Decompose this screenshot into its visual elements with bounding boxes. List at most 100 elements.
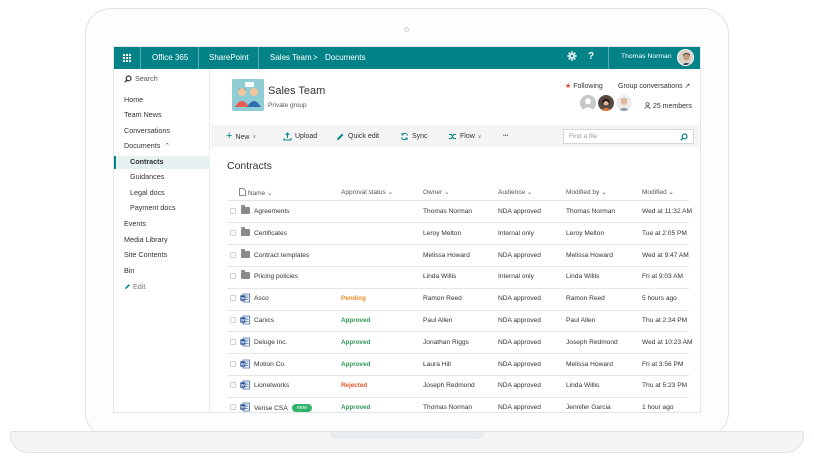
- audience-cell: NDA approved: [498, 338, 541, 346]
- file-name-link[interactable]: Verise CSA new: [254, 404, 312, 412]
- new-button[interactable]: + New ∨: [226, 130, 257, 142]
- file-name-link[interactable]: Canics: [254, 317, 274, 324]
- table-row[interactable]: W Lionetworks Rejected Joseph Redmond NDA ap…: [227, 375, 689, 397]
- row-checkbox[interactable]: [230, 317, 236, 323]
- row-checkbox[interactable]: [230, 295, 236, 302]
- list-title: Contracts: [227, 160, 272, 172]
- word-document-icon: W: [240, 402, 250, 412]
- modified-cell: Wed at 9:47 AM: [642, 251, 689, 259]
- column-header-name[interactable]: Name ⌄: [239, 188, 272, 197]
- nav-item-site-contents[interactable]: Site Contents: [124, 250, 167, 259]
- breadcrumb-page[interactable]: Documents: [325, 53, 365, 62]
- upload-button[interactable]: Upload: [283, 132, 317, 141]
- nav-item-team-news[interactable]: Team News: [124, 110, 162, 119]
- following-button[interactable]: ★ Following: [565, 82, 603, 90]
- audience-cell: NDA approved: [498, 317, 541, 324]
- breadcrumb-site[interactable]: Sales Team: [270, 53, 312, 62]
- table-row[interactable]: W Motion Co. Approved Laura Hill NDA approve…: [227, 354, 689, 376]
- members-link[interactable]: 25 members: [644, 102, 692, 110]
- nav-item-documents-label: Documents: [124, 141, 161, 150]
- column-header-modified-by[interactable]: Modified by ⌄: [566, 188, 607, 196]
- file-name-link[interactable]: Agreements: [254, 208, 290, 215]
- quick-edit-button[interactable]: Quick edit: [336, 132, 379, 141]
- table-row[interactable]: W Canics Approved Paul Allen NDA approved Pau…: [227, 310, 689, 332]
- owner-cell: Leroy Melton: [423, 229, 462, 237]
- nav-item-conversations[interactable]: Conversations: [124, 126, 170, 135]
- table-row[interactable]: W Asco Pending Ramon Reed NDA approved Ramon …: [227, 288, 689, 310]
- user-avatar[interactable]: [677, 49, 694, 66]
- table-row[interactable]: W Verise CSA new Approved Thomas Norman NDA a…: [227, 397, 689, 412]
- owner-cell: Jonathan Riggs: [423, 338, 469, 346]
- file-name-link[interactable]: Asco: [254, 295, 269, 302]
- chevron-down-icon: ⌄: [266, 190, 273, 197]
- member-avatar[interactable]: [598, 95, 614, 111]
- row-checkbox[interactable]: [230, 404, 236, 411]
- audience-cell: NDA approved: [498, 382, 541, 390]
- approval-status: Approved: [341, 360, 371, 368]
- table-row[interactable]: W Deluge Inc. Approved Jonathan Riggs NDA ap…: [227, 332, 692, 354]
- audience-cell: NDA approved: [498, 295, 541, 303]
- table-row[interactable]: Pricing policies Linda Willis Internal onl…: [227, 266, 689, 288]
- flow-button[interactable]: Flow ∨: [448, 132, 481, 141]
- nav-item-guidances[interactable]: Guidances: [130, 172, 164, 181]
- folder-icon: [241, 226, 250, 236]
- row-checkbox[interactable]: [230, 338, 236, 345]
- row-checkbox[interactable]: [230, 229, 236, 236]
- file-name-link[interactable]: Contract templates: [254, 252, 309, 259]
- nav-item-events[interactable]: Events: [124, 219, 146, 228]
- nav-item-media-library[interactable]: Media Library: [124, 235, 168, 244]
- table-row[interactable]: Certificates Leroy Melton Internal only Ler…: [227, 223, 689, 245]
- nav-item-documents[interactable]: Documents ⌃: [124, 141, 170, 150]
- nav-item-contracts[interactable]: Contracts: [130, 157, 164, 166]
- chevron-up-icon[interactable]: ⌃: [164, 141, 170, 150]
- file-name-link[interactable]: Pricing policies: [254, 273, 298, 280]
- sync-button[interactable]: Sync: [400, 132, 428, 141]
- svg-text:W: W: [241, 318, 245, 323]
- modified-cell: Wed at 11:32 AM: [642, 208, 692, 215]
- modified-cell: 1 hour ago: [642, 404, 674, 412]
- table-row[interactable]: Agreements Thomas Norman NDA approved Thoma…: [227, 201, 692, 223]
- row-checkbox[interactable]: [230, 382, 236, 389]
- file-name-link[interactable]: Deluge Inc.: [254, 339, 287, 346]
- nav-item-payment-docs[interactable]: Payment docs: [130, 203, 176, 212]
- column-header-audience[interactable]: Audience ⌄: [498, 188, 532, 196]
- find-file-input[interactable]: Find a file: [563, 129, 694, 144]
- file-name-link[interactable]: Certificates: [254, 230, 287, 237]
- arrow-up-right-icon: ↗: [684, 83, 691, 90]
- nav-item-home[interactable]: Home: [124, 95, 143, 104]
- group-conversations-link[interactable]: Group conversations ↗: [618, 82, 690, 90]
- upload-icon: [283, 132, 292, 141]
- following-label: Following: [573, 83, 603, 90]
- chevron-down-icon: ∨: [252, 134, 257, 140]
- nav-edit-label: Edit: [133, 282, 146, 291]
- nav-search-label: Search: [135, 74, 158, 83]
- table-row[interactable]: Contract templates Melissa Howard NDA appr…: [227, 245, 689, 267]
- folder-icon: [241, 270, 250, 280]
- row-checkbox[interactable]: [230, 273, 236, 280]
- owner-cell: Thomas Norman: [423, 208, 473, 215]
- file-name-link[interactable]: Motion Co.: [254, 361, 286, 368]
- member-avatar[interactable]: [616, 95, 632, 111]
- sharepoint-link[interactable]: SharePoint: [209, 53, 249, 62]
- office365-link[interactable]: Office 365: [152, 53, 188, 62]
- camera-dot: [404, 27, 409, 32]
- row-checkbox[interactable]: [230, 360, 236, 367]
- row-checkbox[interactable]: [230, 208, 236, 214]
- column-header-owner[interactable]: Owner ⌄: [423, 188, 449, 196]
- gear-icon[interactable]: [567, 51, 577, 64]
- column-header-approval-status[interactable]: Approval status ⌄: [341, 188, 393, 196]
- nav-item-legal-docs[interactable]: Legal docs: [130, 188, 165, 197]
- member-avatar[interactable]: [580, 95, 596, 111]
- more-options-button[interactable]: •••: [503, 133, 508, 139]
- help-icon[interactable]: ?: [588, 51, 594, 62]
- nav-edit-link[interactable]: Edit: [124, 282, 145, 291]
- nav-item-bin[interactable]: Bin: [124, 266, 134, 275]
- column-header-modified[interactable]: Modified ⌄: [642, 188, 674, 196]
- row-checkbox[interactable]: [230, 251, 236, 258]
- app-launcher-icon[interactable]: [114, 47, 140, 69]
- file-name-link[interactable]: Lionetworks: [254, 382, 289, 389]
- nav-search[interactable]: Search: [124, 74, 158, 83]
- pencil-icon: [337, 133, 344, 140]
- owner-cell: Joseph Redmond: [423, 382, 475, 390]
- user-name[interactable]: Thomas Norman: [621, 53, 672, 60]
